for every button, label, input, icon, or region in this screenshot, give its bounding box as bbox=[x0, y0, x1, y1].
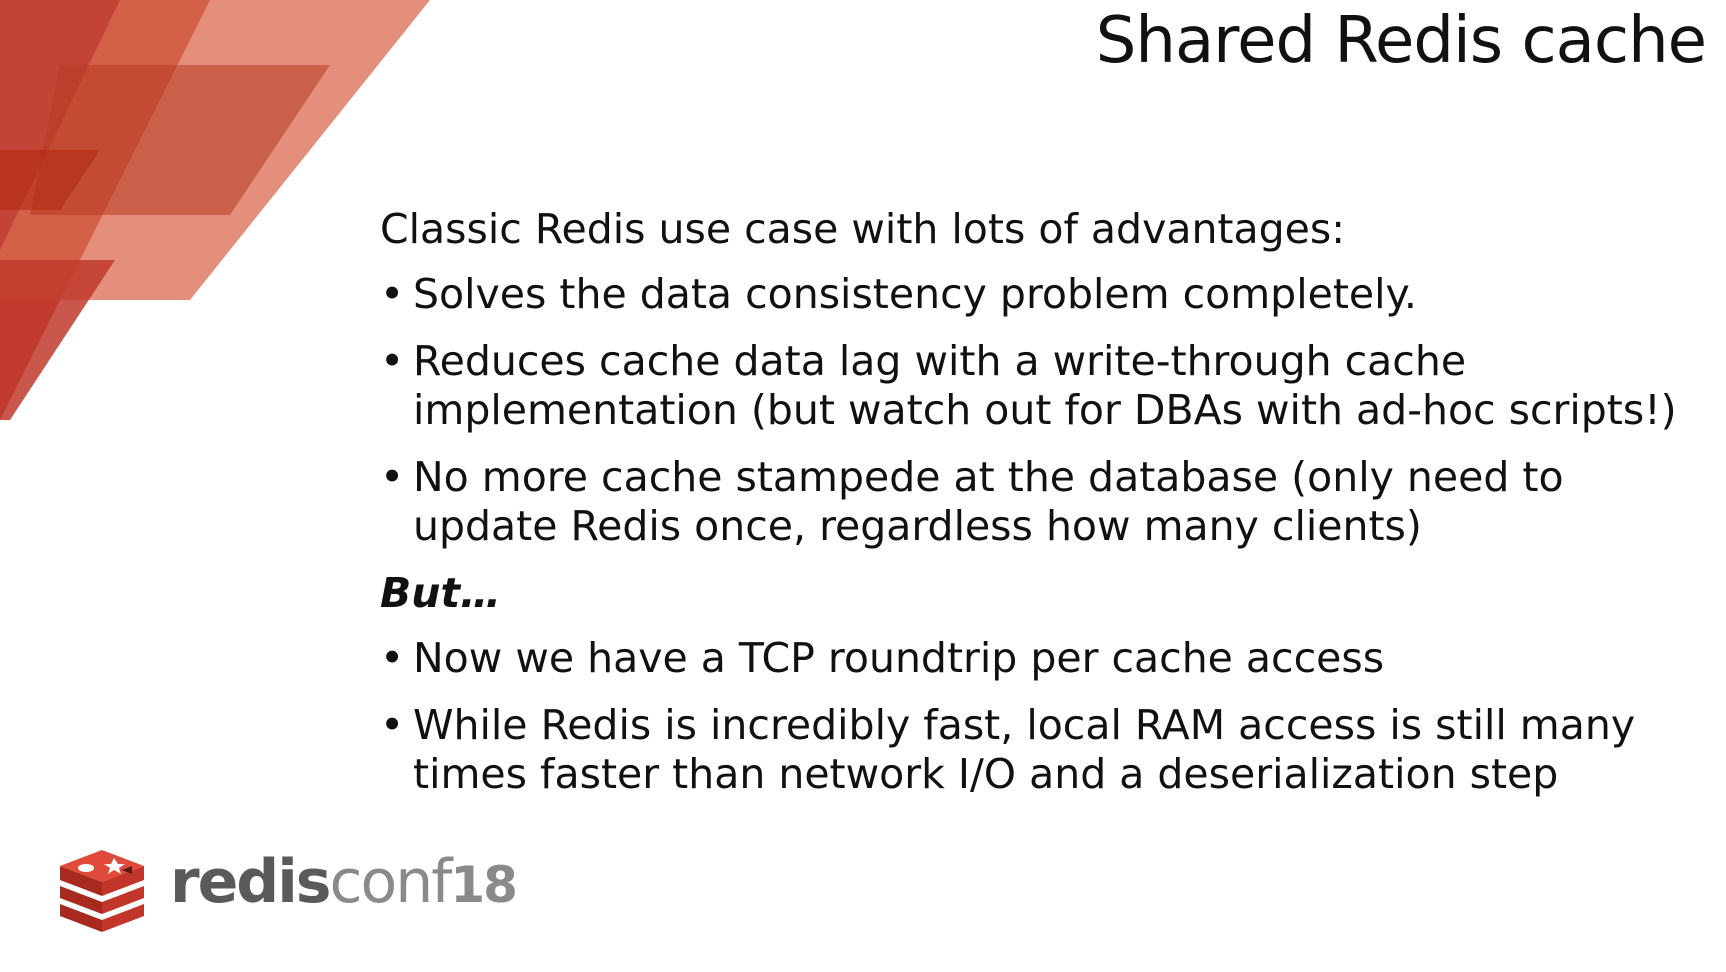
logo-text-year: 18 bbox=[450, 856, 518, 914]
bullet-text: Reduces cache data lag with a write-thro… bbox=[413, 337, 1677, 434]
bullet-text: No more cache stampede at the database (… bbox=[413, 453, 1564, 550]
logo-wordmark: redisconf18 bbox=[170, 852, 518, 914]
redisconf-logo: redisconf18 bbox=[52, 840, 522, 940]
list-item: • Solves the data consistency problem co… bbox=[380, 270, 1700, 319]
bullet-text: Now we have a TCP roundtrip per cache ac… bbox=[413, 634, 1385, 682]
bullet-icon: • bbox=[380, 701, 405, 749]
advantages-list: • Solves the data consistency problem co… bbox=[380, 270, 1700, 551]
drawbacks-list: • Now we have a TCP roundtrip per cache … bbox=[380, 634, 1700, 799]
bullet-text: While Redis is incredibly fast, local RA… bbox=[413, 701, 1636, 798]
logo-text-conf: conf bbox=[329, 847, 453, 917]
intro-text: Classic Redis use case with lots of adva… bbox=[380, 205, 1346, 253]
but-heading: But… bbox=[380, 569, 502, 617]
list-item: • While Redis is incredibly fast, local … bbox=[380, 701, 1700, 799]
list-item: • No more cache stampede at the database… bbox=[380, 453, 1700, 551]
list-item: • Now we have a TCP roundtrip per cache … bbox=[380, 634, 1700, 683]
logo-text-redis: redis bbox=[170, 847, 332, 917]
list-item: • Reduces cache data lag with a write-th… bbox=[380, 337, 1700, 435]
bullet-icon: • bbox=[380, 634, 405, 682]
bullet-icon: • bbox=[380, 270, 405, 318]
bullet-text: Solves the data consistency problem comp… bbox=[413, 270, 1417, 318]
slide-title: Shared Redis cache bbox=[1095, 4, 1707, 78]
bullet-icon: • bbox=[380, 337, 405, 385]
slide-body: Classic Redis use case with lots of adva… bbox=[380, 205, 1700, 817]
slide: Shared Redis cache Classic Redis use cas… bbox=[0, 0, 1726, 972]
redis-cube-icon bbox=[60, 850, 144, 932]
bullet-icon: • bbox=[380, 453, 405, 501]
